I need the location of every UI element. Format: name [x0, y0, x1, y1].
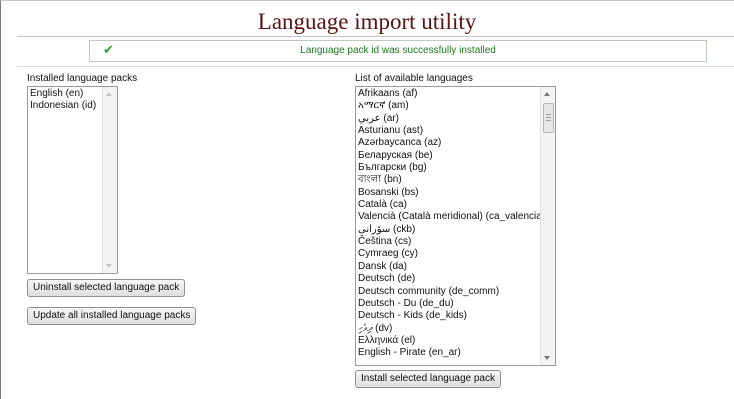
language-option[interactable]: Deutsch - Du (de_du)	[358, 298, 545, 310]
language-option[interactable]: Azərbaycanca (az)	[358, 137, 545, 149]
language-option[interactable]: Bosanski (bs)	[358, 187, 545, 199]
title-divider	[17, 36, 734, 37]
language-option[interactable]: Deutsch - Kids (de_kids)	[358, 310, 545, 322]
language-option[interactable]: Afrikaans (af)	[358, 88, 545, 100]
language-option[interactable]: Català (ca)	[358, 199, 545, 211]
language-option[interactable]: Asturianu (ast)	[358, 125, 545, 137]
language-option[interactable]: বাংলা (bn)	[358, 174, 545, 186]
installed-scrollbar[interactable]	[102, 87, 117, 273]
language-option[interactable]: አማርኛ (am)	[358, 100, 545, 112]
language-option[interactable]: Dansk (da)	[358, 261, 545, 273]
scroll-up-icon[interactable]	[106, 92, 112, 96]
install-pack-button[interactable]: Install selected language pack	[355, 370, 501, 388]
language-option[interactable]: ދިވެހި (dv)	[358, 323, 545, 335]
available-languages-items: Afrikaans (af) አማርኛ (am) عربي (ar) Asturian…	[358, 88, 545, 360]
language-option[interactable]: Cymraeg (cy)	[358, 248, 545, 260]
uninstall-pack-button[interactable]: Uninstall selected language pack	[27, 279, 186, 297]
installed-packs-listbox[interactable]: English (en) Indonesian (id)	[27, 86, 118, 274]
available-languages-listbox[interactable]: Afrikaans (af) አማርኛ (am) عربي (ar) Asturian…	[355, 86, 556, 366]
success-notice: ✔ Language pack id was successfully inst…	[89, 40, 707, 62]
scroll-down-icon[interactable]	[106, 264, 112, 268]
language-option[interactable]: Indonesian (id)	[30, 100, 96, 112]
language-option[interactable]: Български (bg)	[358, 162, 545, 174]
section-divider	[17, 66, 734, 67]
installed-packs-items: English (en) Indonesian (id)	[30, 88, 96, 113]
installed-packs-label: Installed language packs	[27, 73, 138, 84]
scrollbar-thumb[interactable]	[543, 103, 554, 133]
language-option[interactable]: Čeština (cs)	[358, 236, 545, 248]
page-title: Language import utility	[257, 9, 477, 34]
language-option[interactable]: سۆرانی (ckb)	[358, 224, 545, 236]
language-option[interactable]: Deutsch (de)	[358, 273, 545, 285]
language-option[interactable]: Ελληνικά (el)	[358, 335, 545, 347]
available-scrollbar[interactable]	[540, 87, 555, 365]
language-option[interactable]: عربي (ar)	[358, 113, 545, 125]
language-option[interactable]: Deutsch community (de_comm)	[358, 286, 545, 298]
success-message: Language pack id was successfully instal…	[300, 45, 496, 56]
update-packs-button[interactable]: Update all installed language packs	[27, 307, 197, 325]
language-option[interactable]: Valencià (Català meridional) (ca_valenci…	[358, 211, 545, 223]
language-option[interactable]: English - Pirate (en_ar)	[358, 347, 545, 359]
language-option[interactable]: English (en)	[30, 88, 96, 100]
scroll-up-icon[interactable]	[544, 92, 550, 96]
language-option[interactable]: Беларуская (be)	[358, 150, 545, 162]
available-languages-label: List of available languages	[355, 73, 473, 84]
scroll-down-icon[interactable]	[544, 356, 550, 360]
